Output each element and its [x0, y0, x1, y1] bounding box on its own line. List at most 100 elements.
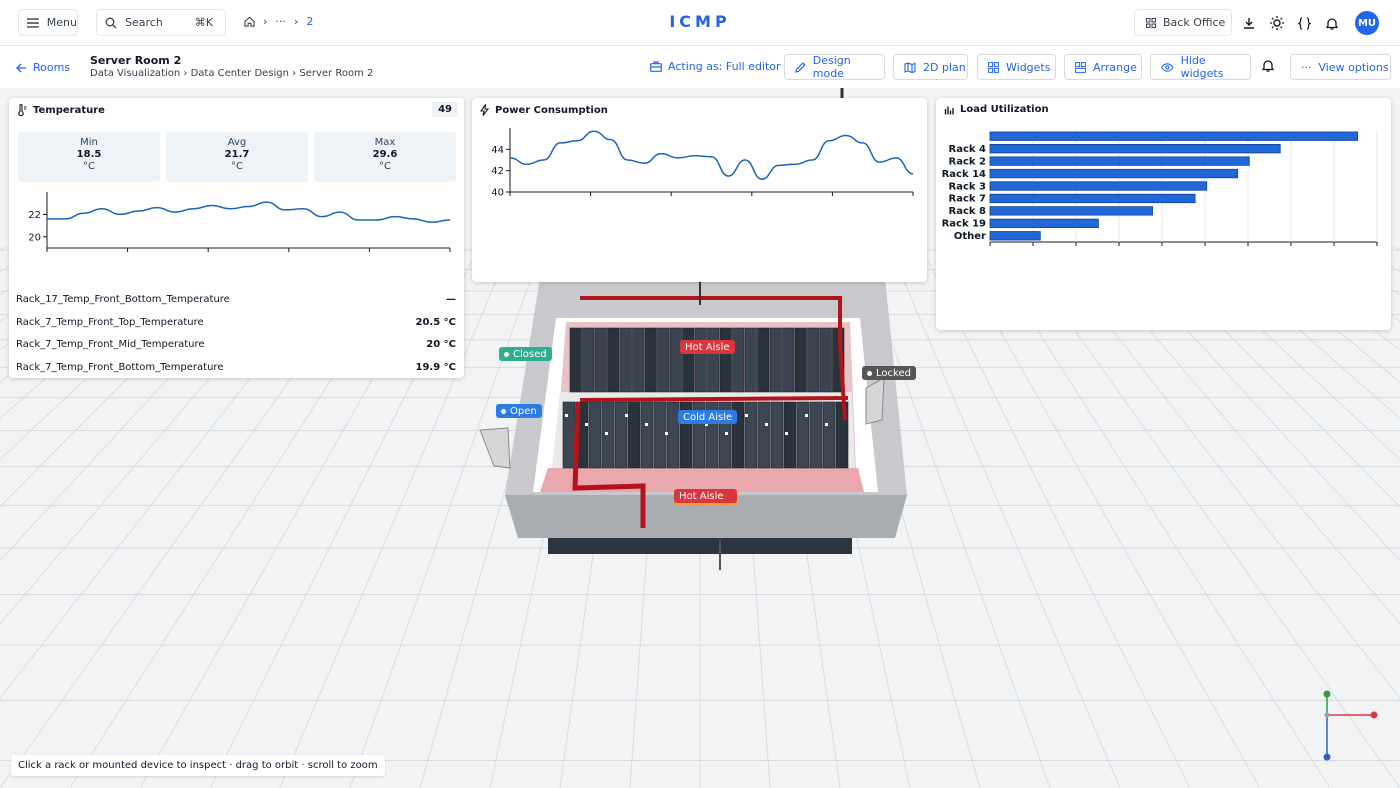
y-tick-label: 44: [491, 145, 504, 156]
2d-plan-button[interactable]: 2D plan: [893, 54, 968, 80]
search-button[interactable]: Search ⌘K: [96, 9, 226, 36]
bell-icon[interactable]: [1323, 14, 1341, 32]
interaction-hint: Click a rack or mounted device to inspec…: [11, 755, 385, 776]
acting-as-label: Acting as: Full editor: [668, 60, 781, 73]
hot-aisle-top-tag[interactable]: Hot Aisle: [680, 340, 735, 354]
bar: [989, 206, 1153, 216]
search-label: Search: [125, 16, 163, 29]
chevron-right-icon: ›: [293, 15, 299, 28]
arrange-button[interactable]: Arrange: [1064, 54, 1142, 80]
stat-value: 18.5: [76, 149, 102, 160]
power-title: Power Consumption: [495, 104, 608, 116]
stat-unit: °C: [379, 161, 391, 172]
rooms-back-link[interactable]: Rooms: [16, 61, 70, 74]
2d-plan-label: 2D plan: [923, 60, 966, 74]
thermometer-icon: [18, 104, 27, 116]
more-icon: ···: [1301, 60, 1312, 74]
y-tick-label: 20: [28, 232, 41, 243]
menu-button[interactable]: Menu: [18, 9, 78, 36]
hide-widgets-label: Hide widgets: [1180, 54, 1224, 80]
y-tick-label: 42: [491, 166, 504, 177]
menu-icon: [27, 17, 39, 28]
sensor-value: —: [446, 294, 456, 305]
sensor-name: Rack_7_Temp_Front_Bottom_Temperature: [16, 362, 224, 373]
sun-icon[interactable]: [1268, 14, 1286, 32]
download-icon[interactable]: [1240, 14, 1258, 32]
category-label: Rack 3: [949, 181, 987, 192]
category-label: Rack 4: [949, 144, 987, 155]
cold-aisle-tag[interactable]: Cold Aisle: [678, 410, 738, 424]
cold-aisle-label: Cold Aisle: [683, 411, 733, 423]
top-bar: Menu Search ⌘K › ··· › 2 ICMP Back Offic…: [0, 0, 1400, 46]
door-open-label: Open: [510, 405, 537, 417]
arrange-label: Arrange: [1093, 60, 1137, 74]
series-line: [46, 201, 451, 223]
power-consumption-widget[interactable]: Power Consumption 40 42 44: [472, 98, 927, 282]
notification-bell-icon[interactable]: [1261, 59, 1275, 75]
rooms-link-label: Rooms: [33, 61, 71, 74]
category-label: Rack 19: [942, 219, 986, 230]
bar: [989, 144, 1281, 154]
temperature-line-chart[interactable]: 2022: [9, 186, 464, 256]
y-tick-label: 22: [28, 210, 41, 221]
search-shortcut: ⌘K: [194, 16, 213, 29]
sensor-row[interactable]: Rack_7_Temp_Front_Bottom_Temperature 19.…: [16, 362, 456, 373]
layout-icon: [1075, 61, 1086, 73]
home-icon[interactable]: [244, 16, 255, 27]
bar: [989, 218, 1099, 228]
room-header: Rooms Server Room 2 Data Visualization ›…: [0, 46, 1400, 88]
chevron-right-icon: ›: [263, 15, 268, 28]
view-options-label: View options: [1318, 60, 1389, 74]
temperature-widget[interactable]: Temperature 49 Min 18.5 °C Avg 21.7 °C M…: [9, 98, 464, 378]
y-tick-label: 40: [491, 188, 504, 199]
category-label: Rack 14: [942, 169, 986, 180]
sensor-row[interactable]: Rack_7_Temp_Front_Top_Temperature 20.5 °…: [16, 317, 456, 328]
door-open-tag[interactable]: Open: [496, 404, 542, 418]
page-title: Server Room 2: [90, 54, 182, 67]
sensor-row[interactable]: Rack_17_Temp_Front_Bottom_Temperature —: [16, 294, 456, 305]
breadcrumb-more[interactable]: ···: [275, 15, 286, 28]
power-line-chart[interactable]: 40 42 44: [472, 124, 927, 204]
door-closed-tag[interactable]: Closed: [499, 347, 552, 361]
stat-unit: °C: [231, 161, 243, 172]
stat-unit: °C: [83, 161, 95, 172]
breadcrumb: › ··· › 2: [244, 15, 313, 28]
sensor-value: 19.9 °C: [415, 362, 457, 373]
sensor-name: Rack_17_Temp_Front_Bottom_Temperature: [16, 294, 230, 305]
door-locked-tag[interactable]: Locked: [862, 366, 916, 380]
avatar[interactable]: MU: [1355, 11, 1379, 35]
back-office-button[interactable]: Back Office: [1134, 9, 1232, 36]
design-mode-button[interactable]: Design mode: [784, 54, 885, 80]
search-icon: [105, 17, 117, 28]
status-dot-icon: [867, 370, 872, 376]
temperature-title: Temperature: [33, 104, 105, 116]
menu-label: Menu: [46, 16, 77, 29]
braces-icon[interactable]: [1295, 14, 1313, 32]
stat-avg: Avg 21.7 °C: [166, 132, 308, 182]
widgets-button[interactable]: Widgets: [977, 54, 1056, 80]
grid-icon: [1146, 17, 1156, 28]
sensor-row[interactable]: Rack_7_Temp_Front_Mid_Temperature 20 °C: [16, 339, 456, 350]
view-options-button[interactable]: ··· View options: [1290, 54, 1391, 80]
eye-icon: [1161, 62, 1174, 72]
door-locked-label: Locked: [876, 367, 911, 379]
load-bar-chart[interactable]: Rack 4Rack 2 Rack 14Rack 3 Rack 7Rack 8 Rac…: [936, 126, 1391, 251]
sensor-name: Rack_7_Temp_Front_Top_Temperature: [16, 317, 204, 328]
category-label: Other: [954, 231, 986, 242]
sensor-count-badge: 49: [432, 102, 458, 117]
lightning-icon: [480, 104, 489, 116]
load-utilization-widget[interactable]: Load Utilization Rack 4 Rack 2 Rack 14 Rack…: [936, 98, 1391, 330]
stat-label: Min: [80, 137, 98, 148]
category-label: Rack 8: [949, 206, 987, 217]
hide-widgets-button[interactable]: Hide widgets: [1150, 54, 1251, 80]
stat-value: 21.7: [224, 149, 250, 160]
back-office-label: Back Office: [1163, 16, 1226, 29]
hot-aisle-bottom-tag[interactable]: Hot Aisle: [674, 489, 737, 503]
sensor-value: 20.5 °C: [415, 317, 457, 328]
bar: [989, 131, 1359, 141]
hot-aisle-top-label: Hot Aisle: [685, 341, 730, 353]
category-label: Rack 7: [949, 194, 987, 205]
bar: [989, 168, 1239, 179]
breadcrumb-current[interactable]: 2: [306, 15, 313, 28]
acting-as-indicator: Acting as: Full editor: [650, 60, 781, 73]
